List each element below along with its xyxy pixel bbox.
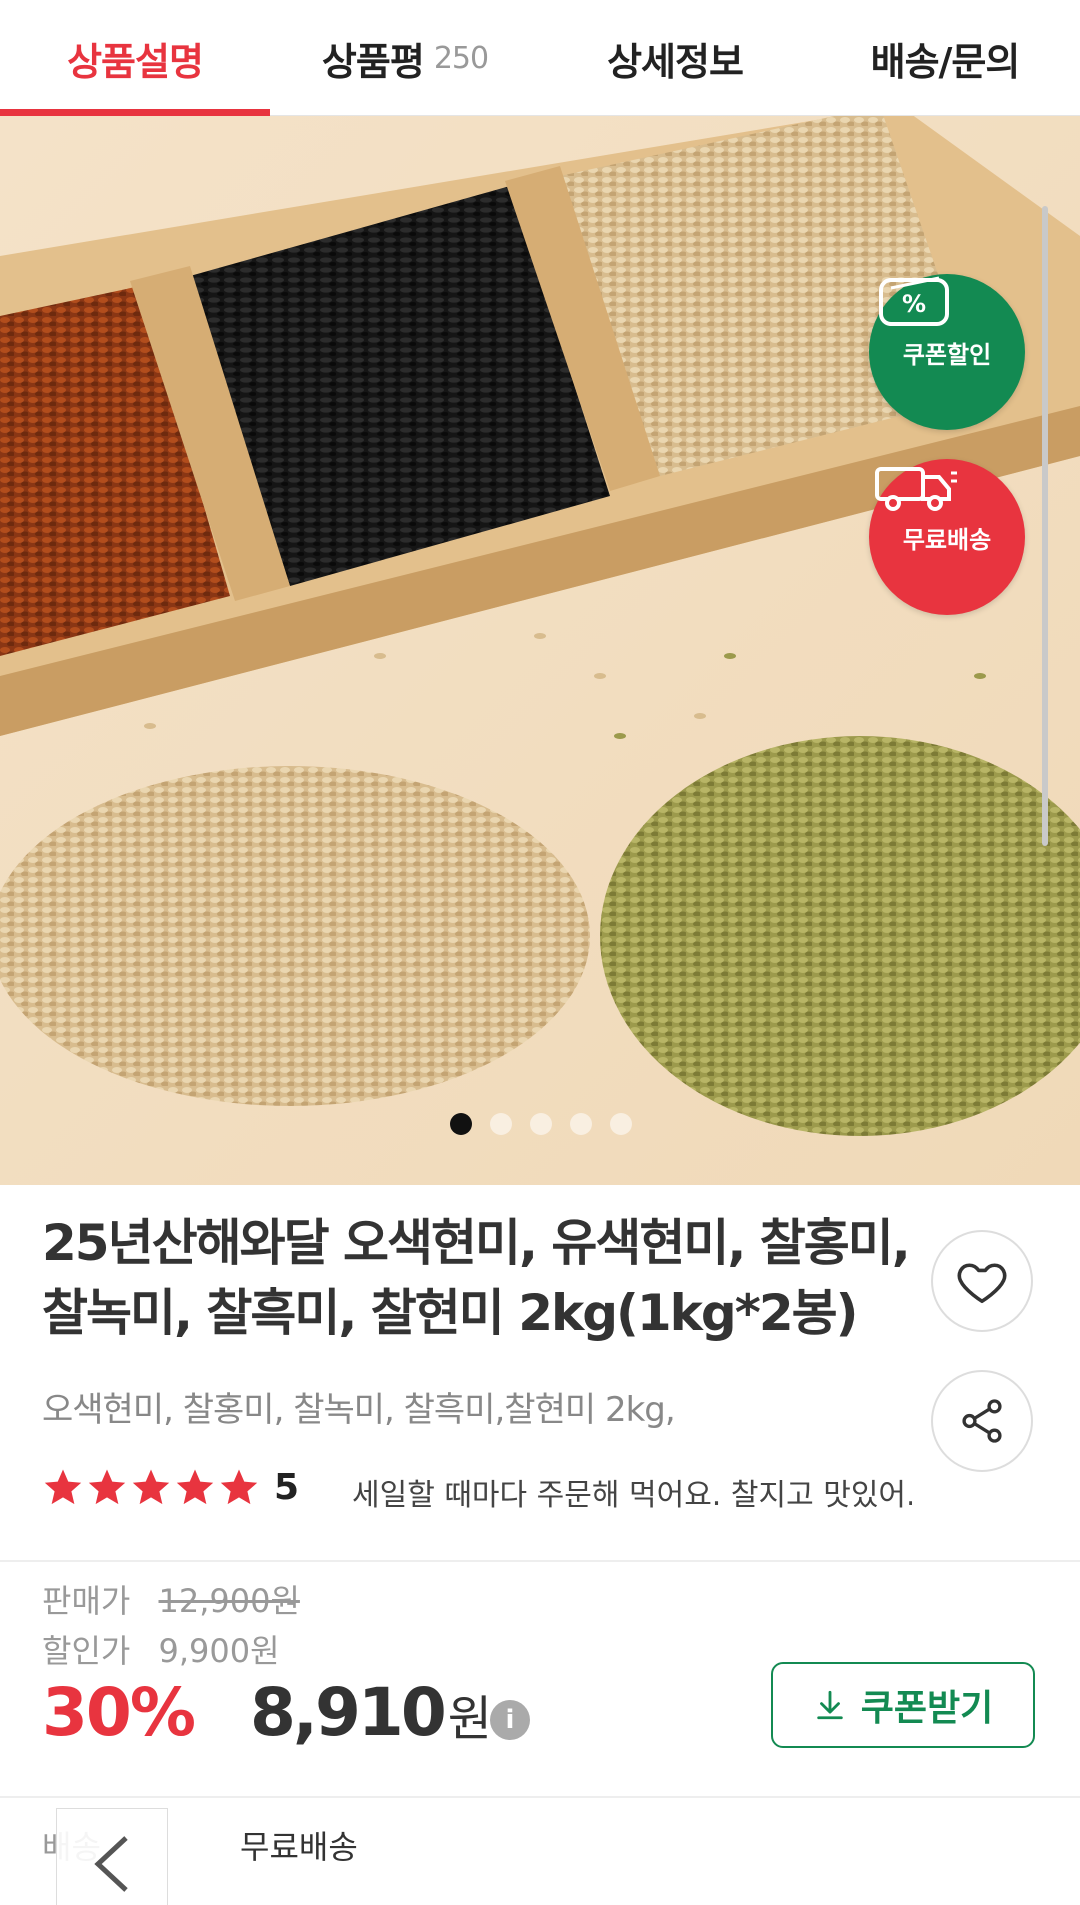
tab-reviews[interactable]: 상품평 250 xyxy=(270,0,540,116)
divider xyxy=(0,1560,1080,1562)
carousel-dot[interactable] xyxy=(570,1113,592,1135)
coupon-button-label: 쿠폰받기 xyxy=(860,1688,994,1729)
heart-icon xyxy=(957,1263,1007,1304)
scrollbar[interactable] xyxy=(1042,206,1048,846)
divider xyxy=(0,1796,1080,1798)
shipping-value: 무료배송 xyxy=(240,1828,358,1866)
carousel-dot[interactable] xyxy=(490,1113,512,1135)
wishlist-button[interactable] xyxy=(931,1230,1033,1332)
tab-label: 상세정보 xyxy=(607,39,744,84)
get-coupon-button[interactable]: 쿠폰받기 xyxy=(771,1662,1035,1748)
final-price: 8,910원 xyxy=(250,1674,492,1751)
discount-rate: 30% xyxy=(42,1674,196,1751)
original-price: 12,900원 xyxy=(158,1582,300,1620)
rating[interactable]: 5 xyxy=(42,1466,299,1508)
coupon-icon: % xyxy=(879,276,949,326)
review-snippet[interactable]: 세일할 때마다 주문해 먹어요. 찰지고 맛있어. xyxy=(352,1470,912,1514)
price-info-icon[interactable]: i xyxy=(490,1700,530,1740)
coupon-discount-badge[interactable]: % 쿠폰할인 xyxy=(869,274,1025,430)
share-button[interactable] xyxy=(931,1370,1033,1472)
tab-label: 상품설명 xyxy=(67,39,204,84)
free-shipping-badge[interactable]: 무료배송 xyxy=(869,459,1025,615)
badge-label: 쿠폰할인 xyxy=(902,340,992,369)
tab-bar: 상품설명 상품평 250 상세정보 배송/문의 xyxy=(0,0,1080,117)
svg-text:%: % xyxy=(902,290,926,318)
back-button[interactable] xyxy=(56,1808,168,1905)
tab-label: 상품평 xyxy=(321,39,425,84)
rating-score: 5 xyxy=(274,1466,300,1508)
download-icon xyxy=(817,1690,843,1720)
final-price-value: 8,910 xyxy=(250,1674,447,1751)
tab-label: 배송/문의 xyxy=(870,39,1021,84)
product-image-carousel[interactable]: % 쿠폰할인 무료배송 xyxy=(0,116,1080,1185)
carousel-dot[interactable] xyxy=(450,1113,472,1135)
review-count: 250 xyxy=(433,40,489,76)
star-icon xyxy=(220,1469,258,1505)
star-icon xyxy=(88,1469,126,1505)
tab-shipping-inquiry[interactable]: 배송/문의 xyxy=(810,0,1080,116)
discount-price-label: 할인가 xyxy=(42,1632,131,1670)
carousel-dot[interactable] xyxy=(610,1113,632,1135)
share-icon xyxy=(962,1399,1002,1443)
sale-price-row: 판매가 12,900원 xyxy=(42,1576,300,1622)
truck-icon xyxy=(875,467,957,511)
star-icon xyxy=(176,1469,214,1505)
star-rating xyxy=(42,1466,260,1508)
star-icon xyxy=(44,1469,82,1505)
product-title: 25년산해와달 오색현미, 유색현미, 찰홍미, 찰녹미, 찰흑미, 찰현미 2… xyxy=(42,1214,911,1342)
carousel-dot[interactable] xyxy=(530,1113,552,1135)
product-subtitle: 오색현미, 찰홍미, 찰녹미, 찰흑미,찰현미 2kg, xyxy=(42,1390,676,1430)
carousel-dots xyxy=(450,1113,632,1135)
tab-description[interactable]: 상품설명 xyxy=(0,0,270,117)
chevron-left-icon xyxy=(94,1836,128,1892)
discount-price: 9,900원 xyxy=(158,1632,280,1670)
discount-price-row: 할인가 9,900원 xyxy=(42,1626,280,1672)
tab-details[interactable]: 상세정보 xyxy=(540,0,810,116)
star-icon xyxy=(132,1469,170,1505)
sale-price-label: 판매가 xyxy=(42,1582,131,1620)
currency-unit: 원 xyxy=(447,1691,492,1747)
badge-label: 무료배송 xyxy=(902,525,992,554)
